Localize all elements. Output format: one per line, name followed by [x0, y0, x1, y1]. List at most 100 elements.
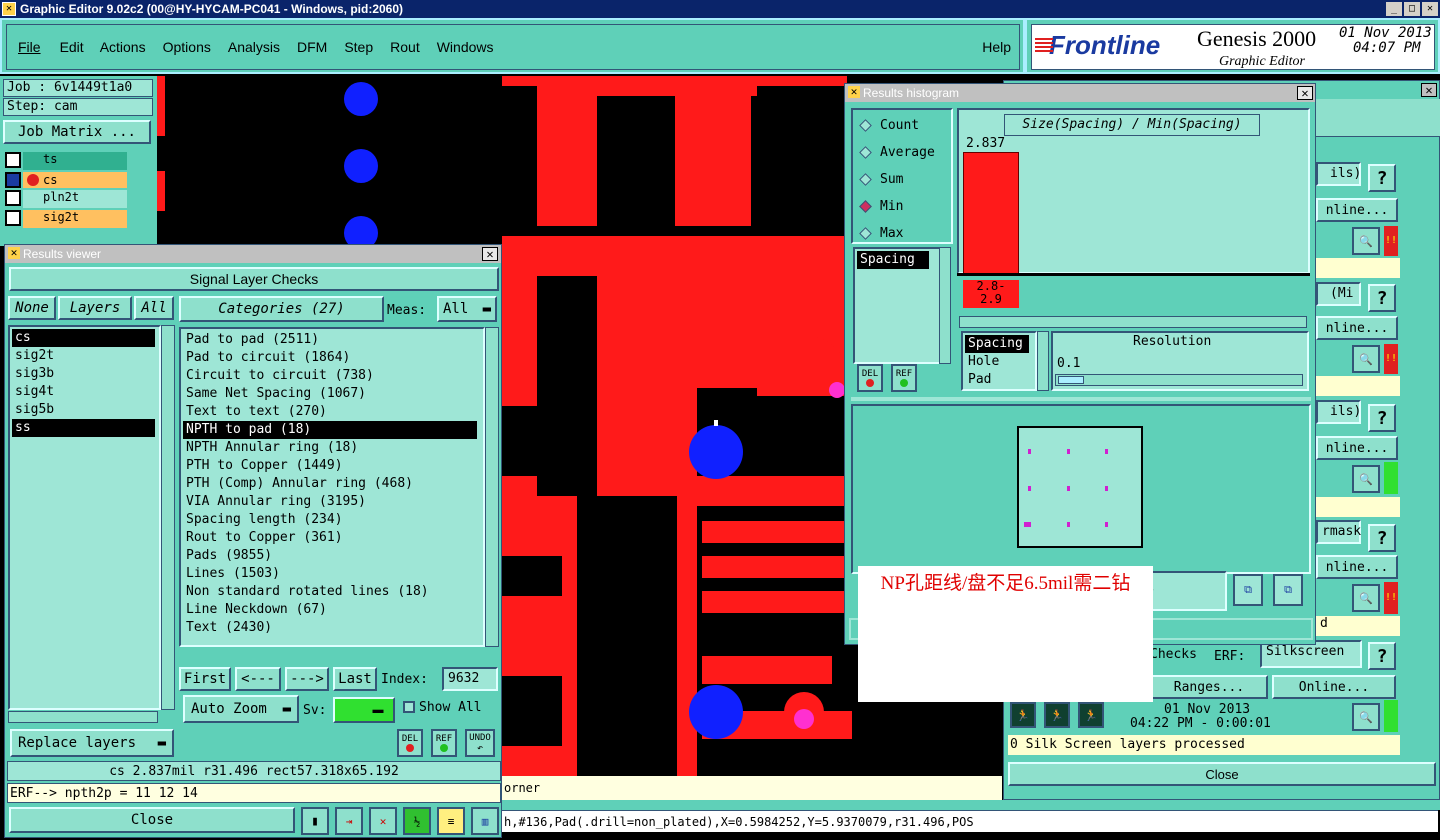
list-item[interactable]: Spacing: [857, 251, 929, 269]
online-button[interactable]: nline...: [1316, 316, 1398, 340]
prev-button[interactable]: <---: [235, 667, 281, 691]
close-icon[interactable]: ✕: [482, 247, 498, 261]
menu-file[interactable]: File: [18, 39, 41, 55]
category-list[interactable]: Pad to pad (2511) Pad to circuit (1864) …: [179, 327, 485, 647]
menu-actions[interactable]: Actions: [100, 39, 146, 55]
scrollbar[interactable]: [1037, 331, 1049, 391]
ranges-button[interactable]: Ranges...: [1150, 675, 1268, 699]
first-button[interactable]: First: [179, 667, 231, 691]
online-button[interactable]: nline...: [1316, 198, 1398, 222]
list-item[interactable]: Pad: [965, 371, 1033, 389]
sv-color-dropdown[interactable]: ▬: [333, 697, 395, 723]
category-item[interactable]: Line Neckdown (67): [183, 601, 481, 619]
list-item[interactable]: sig2t: [12, 347, 157, 365]
layer-row[interactable]: sig2t: [5, 210, 127, 228]
slider-handle[interactable]: [1058, 376, 1084, 384]
radio-min[interactable]: Min: [853, 193, 951, 220]
auto-zoom-dropdown[interactable]: Auto Zoom ▬: [183, 695, 299, 723]
zoom-out-icon[interactable]: ⧉: [1273, 574, 1303, 606]
scrollbar[interactable]: [161, 325, 175, 710]
ref-button[interactable]: REF: [431, 729, 457, 757]
close-button[interactable]: Close: [9, 807, 295, 833]
help-button[interactable]: ?: [1368, 524, 1396, 552]
menu-analysis[interactable]: Analysis: [228, 39, 280, 55]
del-button[interactable]: DEL: [857, 364, 883, 392]
online-button[interactable]: Online...: [1272, 675, 1396, 699]
scrollbar[interactable]: [8, 711, 158, 723]
menu-step[interactable]: Step: [344, 39, 373, 55]
help-button[interactable]: ?: [1368, 642, 1396, 670]
scrollbar[interactable]: [939, 247, 951, 364]
layer-row[interactable]: pln2t: [5, 190, 127, 208]
zoom-icon[interactable]: 🔍: [1352, 703, 1380, 731]
category-item[interactable]: NPTH Annular ring (18): [183, 439, 481, 457]
menu-rout[interactable]: Rout: [390, 39, 420, 55]
step-icon[interactable]: ½: [403, 807, 431, 835]
list-item[interactable]: sig5b: [12, 401, 157, 419]
list-item[interactable]: sig3b: [12, 365, 157, 383]
pointer-icon[interactable]: ▮: [301, 807, 329, 835]
job-matrix-button[interactable]: Job Matrix ...: [3, 120, 151, 144]
radio-max[interactable]: Max: [853, 220, 951, 247]
ref-cross-icon[interactable]: ✕: [369, 807, 397, 835]
online-button[interactable]: nline...: [1316, 436, 1398, 460]
menu-windows[interactable]: Windows: [437, 39, 494, 55]
help-button[interactable]: ?: [1368, 164, 1396, 192]
category-item[interactable]: Pad to pad (2511): [183, 331, 481, 349]
category-item[interactable]: Pad to circuit (1864): [183, 349, 481, 367]
help-button[interactable]: ?: [1368, 284, 1396, 312]
menu-dfm[interactable]: DFM: [297, 39, 327, 55]
category-item[interactable]: Text (2430): [183, 619, 481, 637]
spacing-list[interactable]: Spacing: [853, 247, 941, 364]
zoom-icon[interactable]: 🔍: [1352, 227, 1380, 255]
run-stop-icon[interactable]: 🏃: [1078, 702, 1104, 728]
list-item[interactable]: ss: [12, 419, 155, 437]
close-window-button[interactable]: ✕: [1422, 2, 1438, 16]
zoom-in-icon[interactable]: ⧉: [1233, 574, 1263, 606]
category-item[interactable]: Same Net Spacing (1067): [183, 385, 481, 403]
undo-button[interactable]: UNDO ↶: [465, 729, 495, 757]
layers-button[interactable]: Layers: [58, 296, 132, 320]
category-item[interactable]: Non standard rotated lines (18): [183, 583, 481, 601]
menu-options[interactable]: Options: [163, 39, 211, 55]
type-list[interactable]: Spacing Hole Pad: [961, 331, 1037, 391]
last-button[interactable]: Last: [333, 667, 377, 691]
radio-sum[interactable]: Sum: [853, 166, 951, 193]
menu-edit[interactable]: Edit: [60, 39, 84, 55]
none-button[interactable]: None: [8, 296, 56, 320]
category-item[interactable]: VIA Annular ring (3195): [183, 493, 481, 511]
category-item-selected[interactable]: NPTH to pad (18): [183, 421, 477, 439]
radio-average[interactable]: Average: [853, 139, 951, 166]
layer-row[interactable]: cs: [5, 172, 127, 188]
histogram-bar[interactable]: [963, 152, 1019, 274]
radio-count[interactable]: Count: [853, 112, 951, 139]
layer-row[interactable]: ts: [5, 152, 127, 170]
zoom-icon[interactable]: 🔍: [1352, 345, 1380, 373]
category-item[interactable]: Rout to Copper (361): [183, 529, 481, 547]
scrollbar[interactable]: [485, 327, 499, 647]
minimize-button[interactable]: _: [1386, 2, 1402, 16]
report-icon[interactable]: ≡: [437, 807, 465, 835]
category-item[interactable]: Pads (9855): [183, 547, 481, 565]
category-item[interactable]: Spacing length (234): [183, 511, 481, 529]
show-all-checkbox[interactable]: [403, 701, 415, 713]
zoom-icon[interactable]: 🔍: [1352, 465, 1380, 493]
horizontal-scrollbar[interactable]: [959, 316, 1307, 328]
zoom-icon[interactable]: 🔍: [1352, 584, 1380, 612]
del-button[interactable]: DEL: [397, 729, 423, 757]
help-button[interactable]: ?: [1368, 404, 1396, 432]
replace-layers-dropdown[interactable]: Replace layers ▬: [10, 729, 174, 757]
online-button[interactable]: nline...: [1316, 555, 1398, 579]
ref-button[interactable]: REF: [891, 364, 917, 392]
layer-filter-list[interactable]: cs sig2t sig3b sig4t sig5b ss: [8, 325, 161, 710]
list-item[interactable]: Hole: [965, 353, 1033, 371]
category-item[interactable]: PTH to Copper (1449): [183, 457, 481, 475]
next-button[interactable]: --->: [285, 667, 329, 691]
list-item[interactable]: sig4t: [12, 383, 157, 401]
menu-help[interactable]: Help: [982, 39, 1011, 55]
list-item[interactable]: cs: [12, 329, 155, 347]
close-icon[interactable]: ✕: [1421, 83, 1437, 97]
category-item[interactable]: Text to text (270): [183, 403, 481, 421]
exit-icon[interactable]: ⇥: [335, 807, 363, 835]
close-button[interactable]: Close: [1008, 762, 1436, 786]
